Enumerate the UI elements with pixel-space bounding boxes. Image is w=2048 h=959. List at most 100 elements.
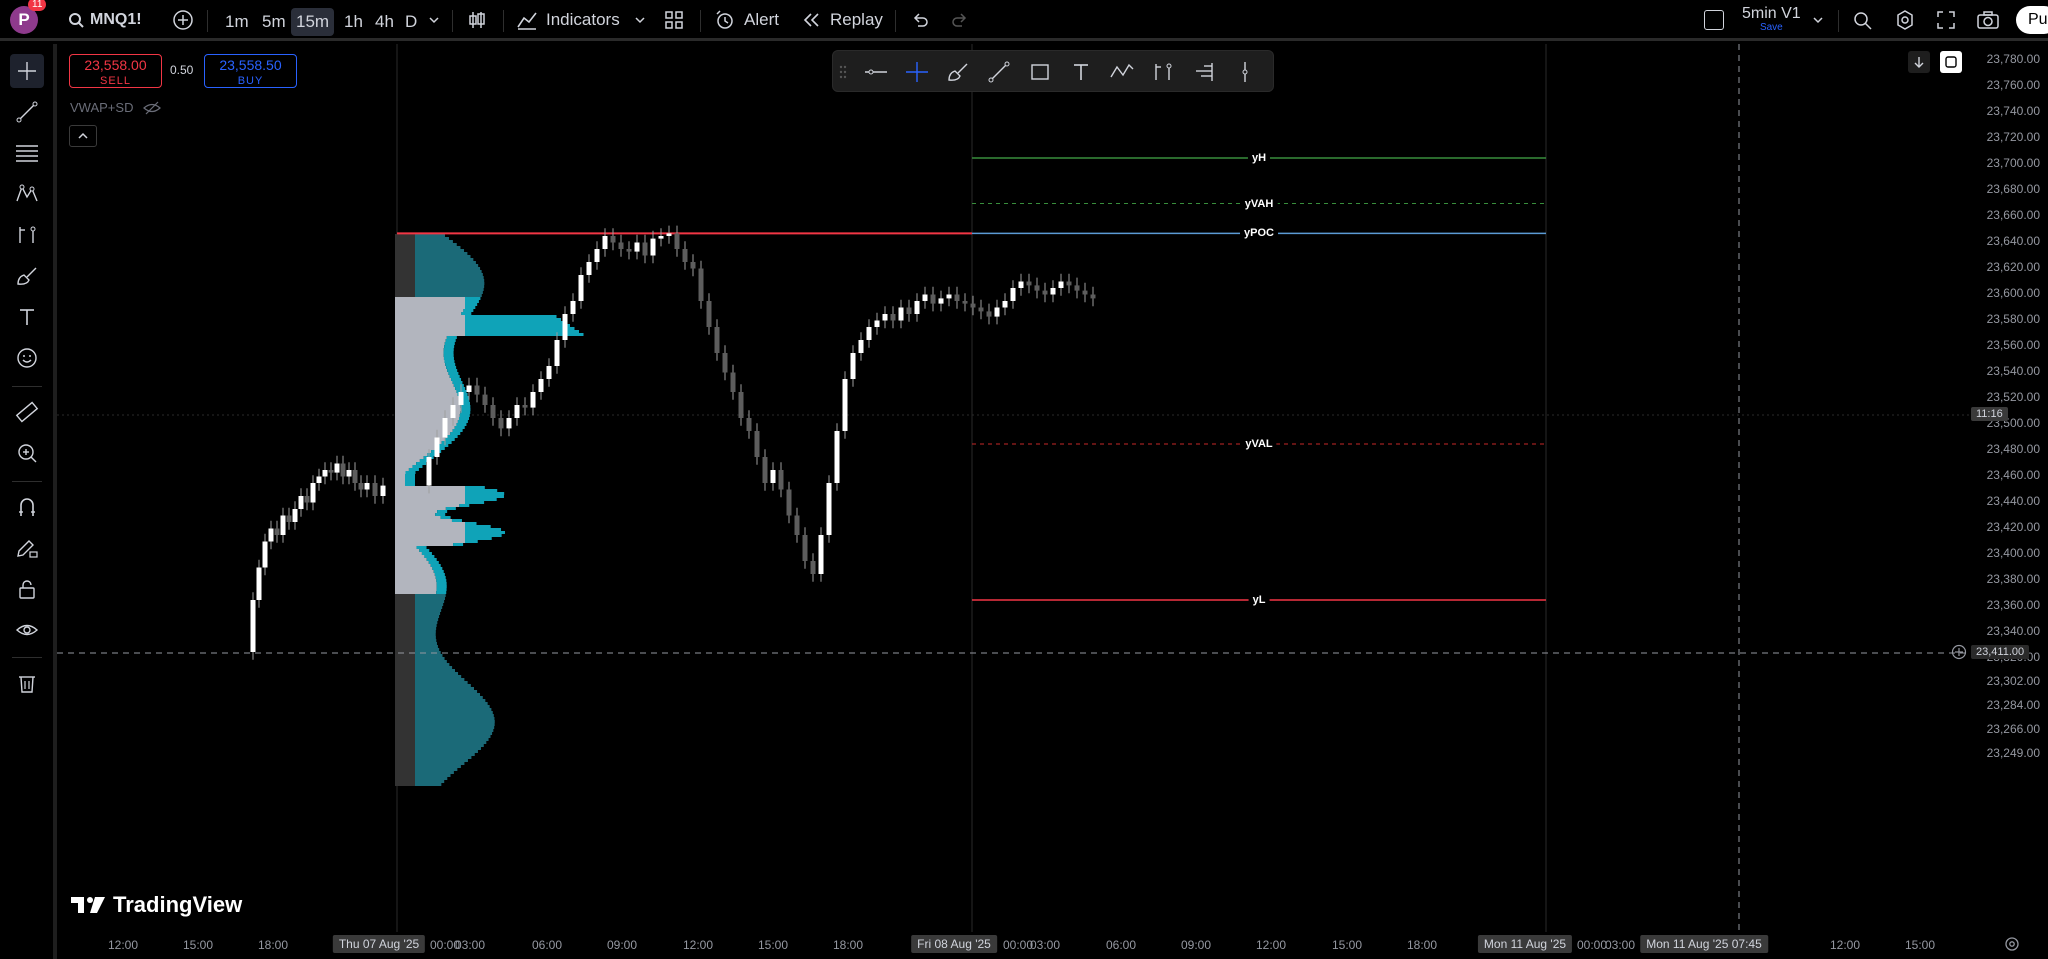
timeframe-D[interactable]: D (400, 8, 422, 36)
candle-body (962, 301, 968, 304)
zoom-tool[interactable] (10, 436, 44, 470)
volume-profile-bar-cyan (415, 618, 439, 621)
volume-profile-bar-grey (395, 477, 405, 480)
user-avatar[interactable]: P 11 (10, 0, 47, 40)
text-draw-tool[interactable] (1066, 57, 1096, 87)
volume-profile-bar-cyan (415, 738, 489, 741)
settings-button[interactable] (1894, 0, 1916, 40)
volume-profile-tool[interactable] (1189, 57, 1219, 87)
measure-tool[interactable] (10, 395, 44, 429)
volume-profile-bar-grey (395, 249, 415, 252)
candle-body (938, 298, 944, 304)
tradingview-watermark: TradingView (71, 892, 242, 918)
chart-settings-button[interactable] (2003, 935, 2021, 953)
volume-profile-bar-cyan (456, 423, 467, 426)
volume-profile-bar-cyan (415, 675, 462, 678)
horizontal-ray-tool[interactable] (861, 57, 891, 87)
layout-toggle-checkbox[interactable] (1704, 0, 1724, 40)
rectangle-tool[interactable] (1025, 57, 1055, 87)
price-chart[interactable] (57, 44, 1969, 932)
eye-off-icon[interactable] (143, 101, 162, 115)
scroll-to-realtime-button[interactable] (1908, 51, 1930, 73)
projection-icon (1155, 63, 1172, 80)
projection-tool[interactable] (1148, 57, 1178, 87)
time-tick-label: 12:00 (1829, 938, 1861, 952)
time-tick-label: 09:00 (606, 938, 638, 952)
compare-add-button[interactable] (172, 0, 194, 40)
auto-scale-button[interactable] (1940, 51, 1962, 73)
hide-drawings-tool[interactable] (10, 613, 44, 647)
drag-handle[interactable] (835, 57, 851, 87)
timeframe-dropdown[interactable] (428, 0, 440, 40)
brush-tool[interactable] (10, 259, 44, 293)
volume-profile-bar-cyan (453, 543, 464, 546)
volume-profile-bar-grey (395, 741, 415, 744)
price-tick-label: 23,740.00 (1986, 104, 2040, 118)
alert-button[interactable]: Alert (714, 0, 779, 40)
chart-pane[interactable]: yH yVAH yPOC yVAL yL TradingView (57, 44, 1969, 932)
layout-dropdown[interactable] (1812, 0, 1824, 40)
remove-drawings-tool[interactable] (10, 666, 44, 700)
lock-drawings-tool[interactable] (10, 572, 44, 606)
volume-profile-bar-cyan (415, 291, 483, 294)
volume-profile-bar-cyan (415, 630, 436, 633)
crosshair-tool[interactable] (10, 54, 44, 88)
snapshot-button[interactable] (1976, 0, 2000, 40)
level-label: yPOC (1240, 227, 1278, 240)
chart-type-button[interactable] (466, 0, 488, 40)
volume-profile-bar-cyan (453, 384, 464, 387)
symbol-search[interactable]: MNQ1! (68, 0, 142, 40)
candle-body (674, 233, 680, 249)
timeframe-4h[interactable]: 4h (370, 8, 399, 36)
stay-in-drawing-tool[interactable] (10, 531, 44, 565)
fib-tool[interactable] (10, 136, 44, 170)
candle-body (458, 392, 464, 405)
publish-button[interactable]: Pu (2016, 0, 2048, 40)
search-icon (69, 13, 84, 28)
undo-button[interactable] (910, 0, 930, 40)
path-tool[interactable] (1107, 57, 1137, 87)
vertical-line-tool[interactable] (1230, 57, 1260, 87)
emoji-tool[interactable] (10, 341, 44, 375)
indicators-icon (517, 12, 537, 30)
timeframe-15m[interactable]: 15m (291, 8, 335, 36)
time-axis[interactable]: 12:00 15:00 18:00 Thu 07 Aug '25 00:00 03:00 0… (57, 932, 2048, 959)
volume-profile-bar-cyan (465, 525, 491, 528)
camera-icon (1977, 11, 1999, 29)
price-tick-label: 23,600.00 (1986, 286, 2040, 300)
trendline-tool[interactable] (10, 95, 44, 129)
crosshair-line-tool[interactable] (902, 57, 932, 87)
redo-button[interactable] (950, 0, 970, 40)
quick-search-button[interactable] (1852, 0, 1874, 40)
volume-profile-bar-grey (395, 654, 415, 657)
replay-button[interactable]: Replay (802, 0, 883, 40)
chevron-up-icon (78, 132, 88, 139)
pattern-tool[interactable] (10, 177, 44, 211)
timeframe-1m[interactable]: 1m (220, 8, 254, 36)
volume-profile-bar-cyan (457, 420, 468, 423)
add-alert-plus-button[interactable] (1951, 644, 1967, 660)
indicator-legend[interactable]: VWAP+SD (70, 100, 162, 115)
timeframe-1h[interactable]: 1h (339, 8, 368, 36)
brush-draw-tool[interactable] (943, 57, 973, 87)
sell-button[interactable]: 23,558.00 SELL (69, 54, 162, 88)
indicators-button[interactable]: Indicators (516, 0, 620, 40)
line-tool[interactable] (984, 57, 1014, 87)
collapse-legend-button[interactable] (69, 125, 97, 147)
fullscreen-button[interactable] (1936, 0, 1956, 40)
buy-button[interactable]: 23,558.50 BUY (204, 54, 297, 88)
layout-name-button[interactable]: 5min V1 Save (1742, 0, 1801, 40)
time-tick-label: Thu 07 Aug '25 (332, 935, 426, 953)
candle-body (514, 405, 520, 418)
layouts-button[interactable] (664, 0, 684, 40)
text-tool[interactable] (10, 300, 44, 334)
forecast-tool[interactable] (10, 218, 44, 252)
volume-profile-bar-cyan (444, 360, 455, 363)
volume-profile-bar-cyan (415, 753, 475, 756)
price-axis[interactable]: 23,780.00 23,760.00 23,740.00 23,720.00 23,7… (1969, 44, 2048, 932)
timeframe-5m[interactable]: 5m (257, 8, 291, 36)
magnet-tool[interactable] (10, 490, 44, 524)
volume-profile-bar-grey (395, 519, 452, 522)
indicators-dropdown[interactable] (634, 0, 646, 40)
volume-profile-bar-grey (395, 258, 415, 261)
